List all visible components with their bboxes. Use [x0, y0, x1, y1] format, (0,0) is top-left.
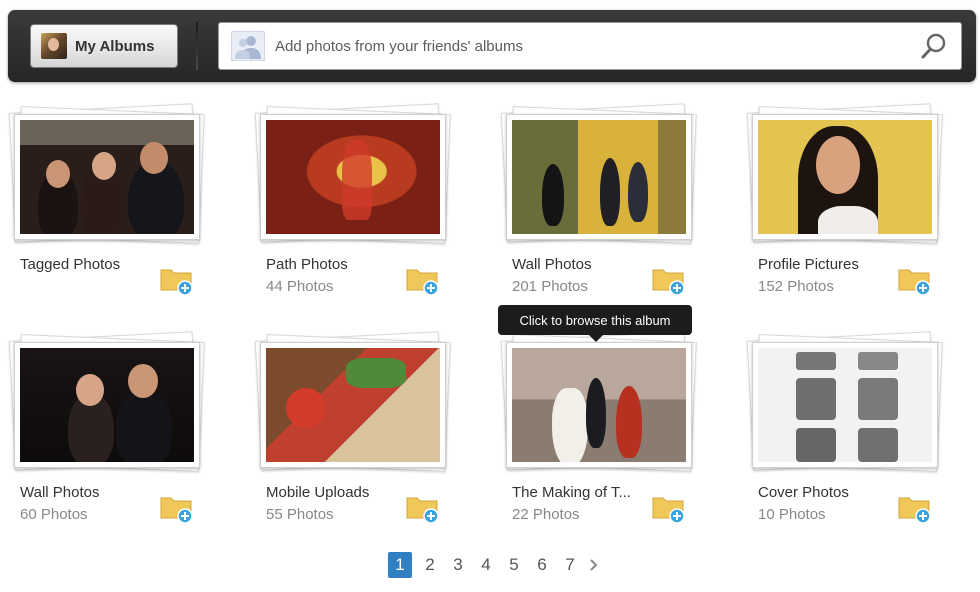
page-1-button[interactable]: 1	[388, 552, 412, 578]
album-cover-photo[interactable]	[752, 342, 938, 468]
album-photo-count: 22 Photos	[512, 506, 580, 523]
album-photo-count: 10 Photos	[758, 506, 826, 523]
add-to-folder-icon[interactable]	[898, 492, 932, 524]
album-title[interactable]: Tagged Photos	[20, 256, 150, 273]
album-title[interactable]: Wall Photos	[512, 256, 642, 273]
album-card[interactable]: Wall Photos 60 Photos	[8, 331, 210, 532]
page-5-button[interactable]: 5	[500, 552, 528, 578]
page-7-button[interactable]: 7	[556, 552, 584, 578]
album-photo-count: 60 Photos	[20, 506, 88, 523]
album-photo-count: 44 Photos	[266, 278, 334, 295]
album-cover-photo[interactable]	[14, 342, 200, 468]
add-to-folder-icon[interactable]	[652, 492, 686, 524]
album-cover-photo[interactable]	[506, 342, 692, 468]
album-cover-photo[interactable]	[260, 342, 446, 468]
add-to-folder-icon[interactable]	[652, 264, 686, 296]
album-cover-stack	[746, 103, 944, 248]
next-page-button[interactable]	[584, 552, 604, 578]
album-cover-photo[interactable]	[14, 114, 200, 240]
add-to-folder-icon[interactable]	[160, 492, 194, 524]
page-4-button[interactable]: 4	[472, 552, 500, 578]
album-title[interactable]: Mobile Uploads	[266, 484, 396, 501]
album-photo-count: 55 Photos	[266, 506, 334, 523]
album-photo-count: 201 Photos	[512, 278, 588, 295]
album-title[interactable]: The Making of T...	[512, 484, 642, 501]
album-title[interactable]: Wall Photos	[20, 484, 150, 501]
add-to-folder-icon[interactable]	[898, 264, 932, 296]
page-3-button[interactable]: 3	[444, 552, 472, 578]
album-cover-stack	[8, 331, 206, 476]
add-to-folder-icon[interactable]	[406, 492, 440, 524]
album-card[interactable]: Path Photos 44 Photos	[254, 103, 456, 304]
album-title[interactable]: Cover Photos	[758, 484, 888, 501]
album-cover-stack	[500, 331, 698, 476]
album-card[interactable]: Tagged Photos	[8, 103, 210, 304]
page-6-button[interactable]: 6	[528, 552, 556, 578]
pagination: 1 2 3 4 5 6 7	[388, 552, 604, 578]
album-cover-photo[interactable]	[752, 114, 938, 240]
album-cover-stack	[254, 103, 452, 248]
add-to-folder-icon[interactable]	[160, 264, 194, 296]
album-card[interactable]: Mobile Uploads 55 Photos	[254, 331, 456, 532]
album-cover-stack	[254, 331, 452, 476]
album-card[interactable]: Wall Photos 201 Photos	[500, 103, 702, 304]
browse-album-tooltip: Click to browse this album	[498, 305, 692, 342]
album-cover-stack	[8, 103, 206, 248]
album-cover-photo[interactable]	[506, 114, 692, 240]
album-grid: Tagged Photos Path Photos 44 Photos Wall…	[0, 0, 980, 592]
album-title[interactable]: Path Photos	[266, 256, 396, 273]
album-cover-stack	[746, 331, 944, 476]
album-cover-stack	[500, 103, 698, 248]
page-2-button[interactable]: 2	[416, 552, 444, 578]
album-cover-photo[interactable]	[260, 114, 446, 240]
album-title[interactable]: Profile Pictures	[758, 256, 888, 273]
add-to-folder-icon[interactable]	[406, 264, 440, 296]
album-card[interactable]: The Making of T... 22 Photos	[500, 331, 702, 532]
chevron-right-icon	[590, 559, 598, 571]
album-card[interactable]: Cover Photos 10 Photos	[746, 331, 948, 532]
album-photo-count: 152 Photos	[758, 278, 834, 295]
album-card[interactable]: Profile Pictures 152 Photos	[746, 103, 948, 304]
